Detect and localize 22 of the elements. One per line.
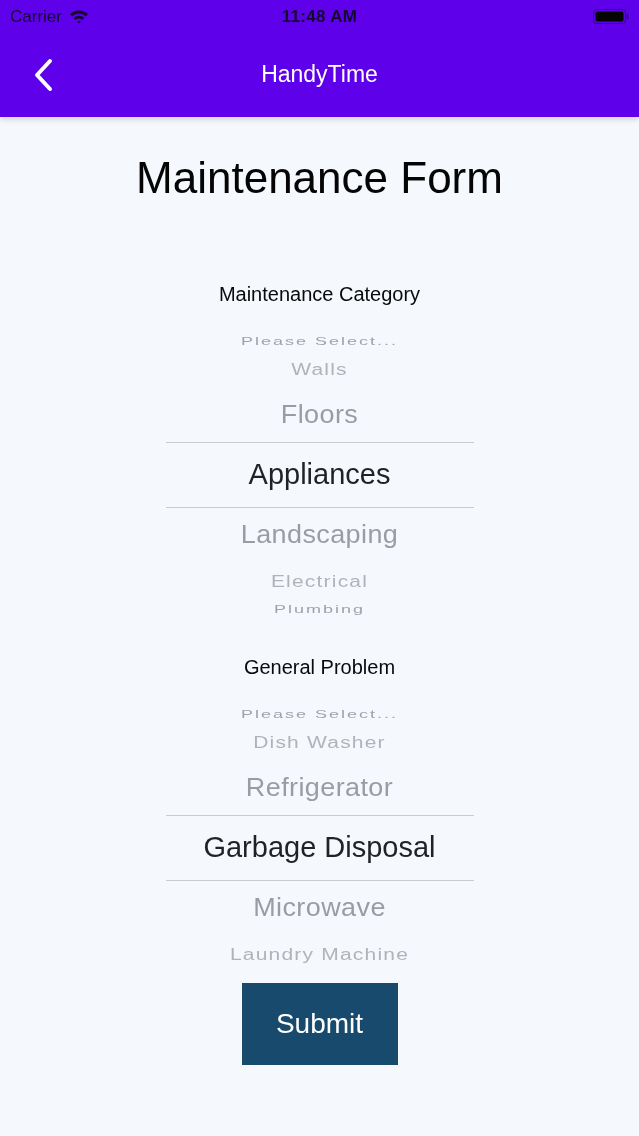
field-label: Maintenance Category bbox=[218, 282, 421, 306]
picker-option[interactable]: Appliances bbox=[248, 458, 391, 492]
status-time: 11:48 AM bbox=[281, 6, 358, 27]
picker-option[interactable]: Walls bbox=[291, 359, 348, 379]
picker-option[interactable]: Please Select... bbox=[240, 334, 399, 348]
wifi-icon bbox=[68, 9, 89, 24]
picker-option[interactable]: Dish Washer bbox=[253, 732, 386, 752]
submit-button[interactable]: Submit bbox=[241, 983, 398, 1065]
picker-option[interactable]: Floors bbox=[280, 400, 359, 430]
picker-option[interactable]: Garbage Disposal bbox=[203, 831, 436, 865]
picker-option[interactable]: Laundry Machine bbox=[229, 944, 410, 964]
page-title: Maintenance Form bbox=[136, 152, 503, 204]
carrier-name: Carrier bbox=[10, 6, 62, 27]
picker-option[interactable]: Please Select... bbox=[240, 707, 399, 721]
picker-option[interactable]: Refrigerator bbox=[245, 773, 394, 803]
picker-option[interactable]: Microwave bbox=[253, 893, 386, 923]
nav-title: HandyTime bbox=[261, 60, 378, 88]
field-label: General Problem bbox=[243, 655, 396, 679]
battery-icon bbox=[593, 9, 629, 24]
picker-option[interactable]: Landscaping bbox=[240, 520, 399, 550]
picker-option[interactable]: Electrical bbox=[270, 571, 369, 591]
picker-option[interactable]: Plumbing bbox=[273, 602, 365, 616]
